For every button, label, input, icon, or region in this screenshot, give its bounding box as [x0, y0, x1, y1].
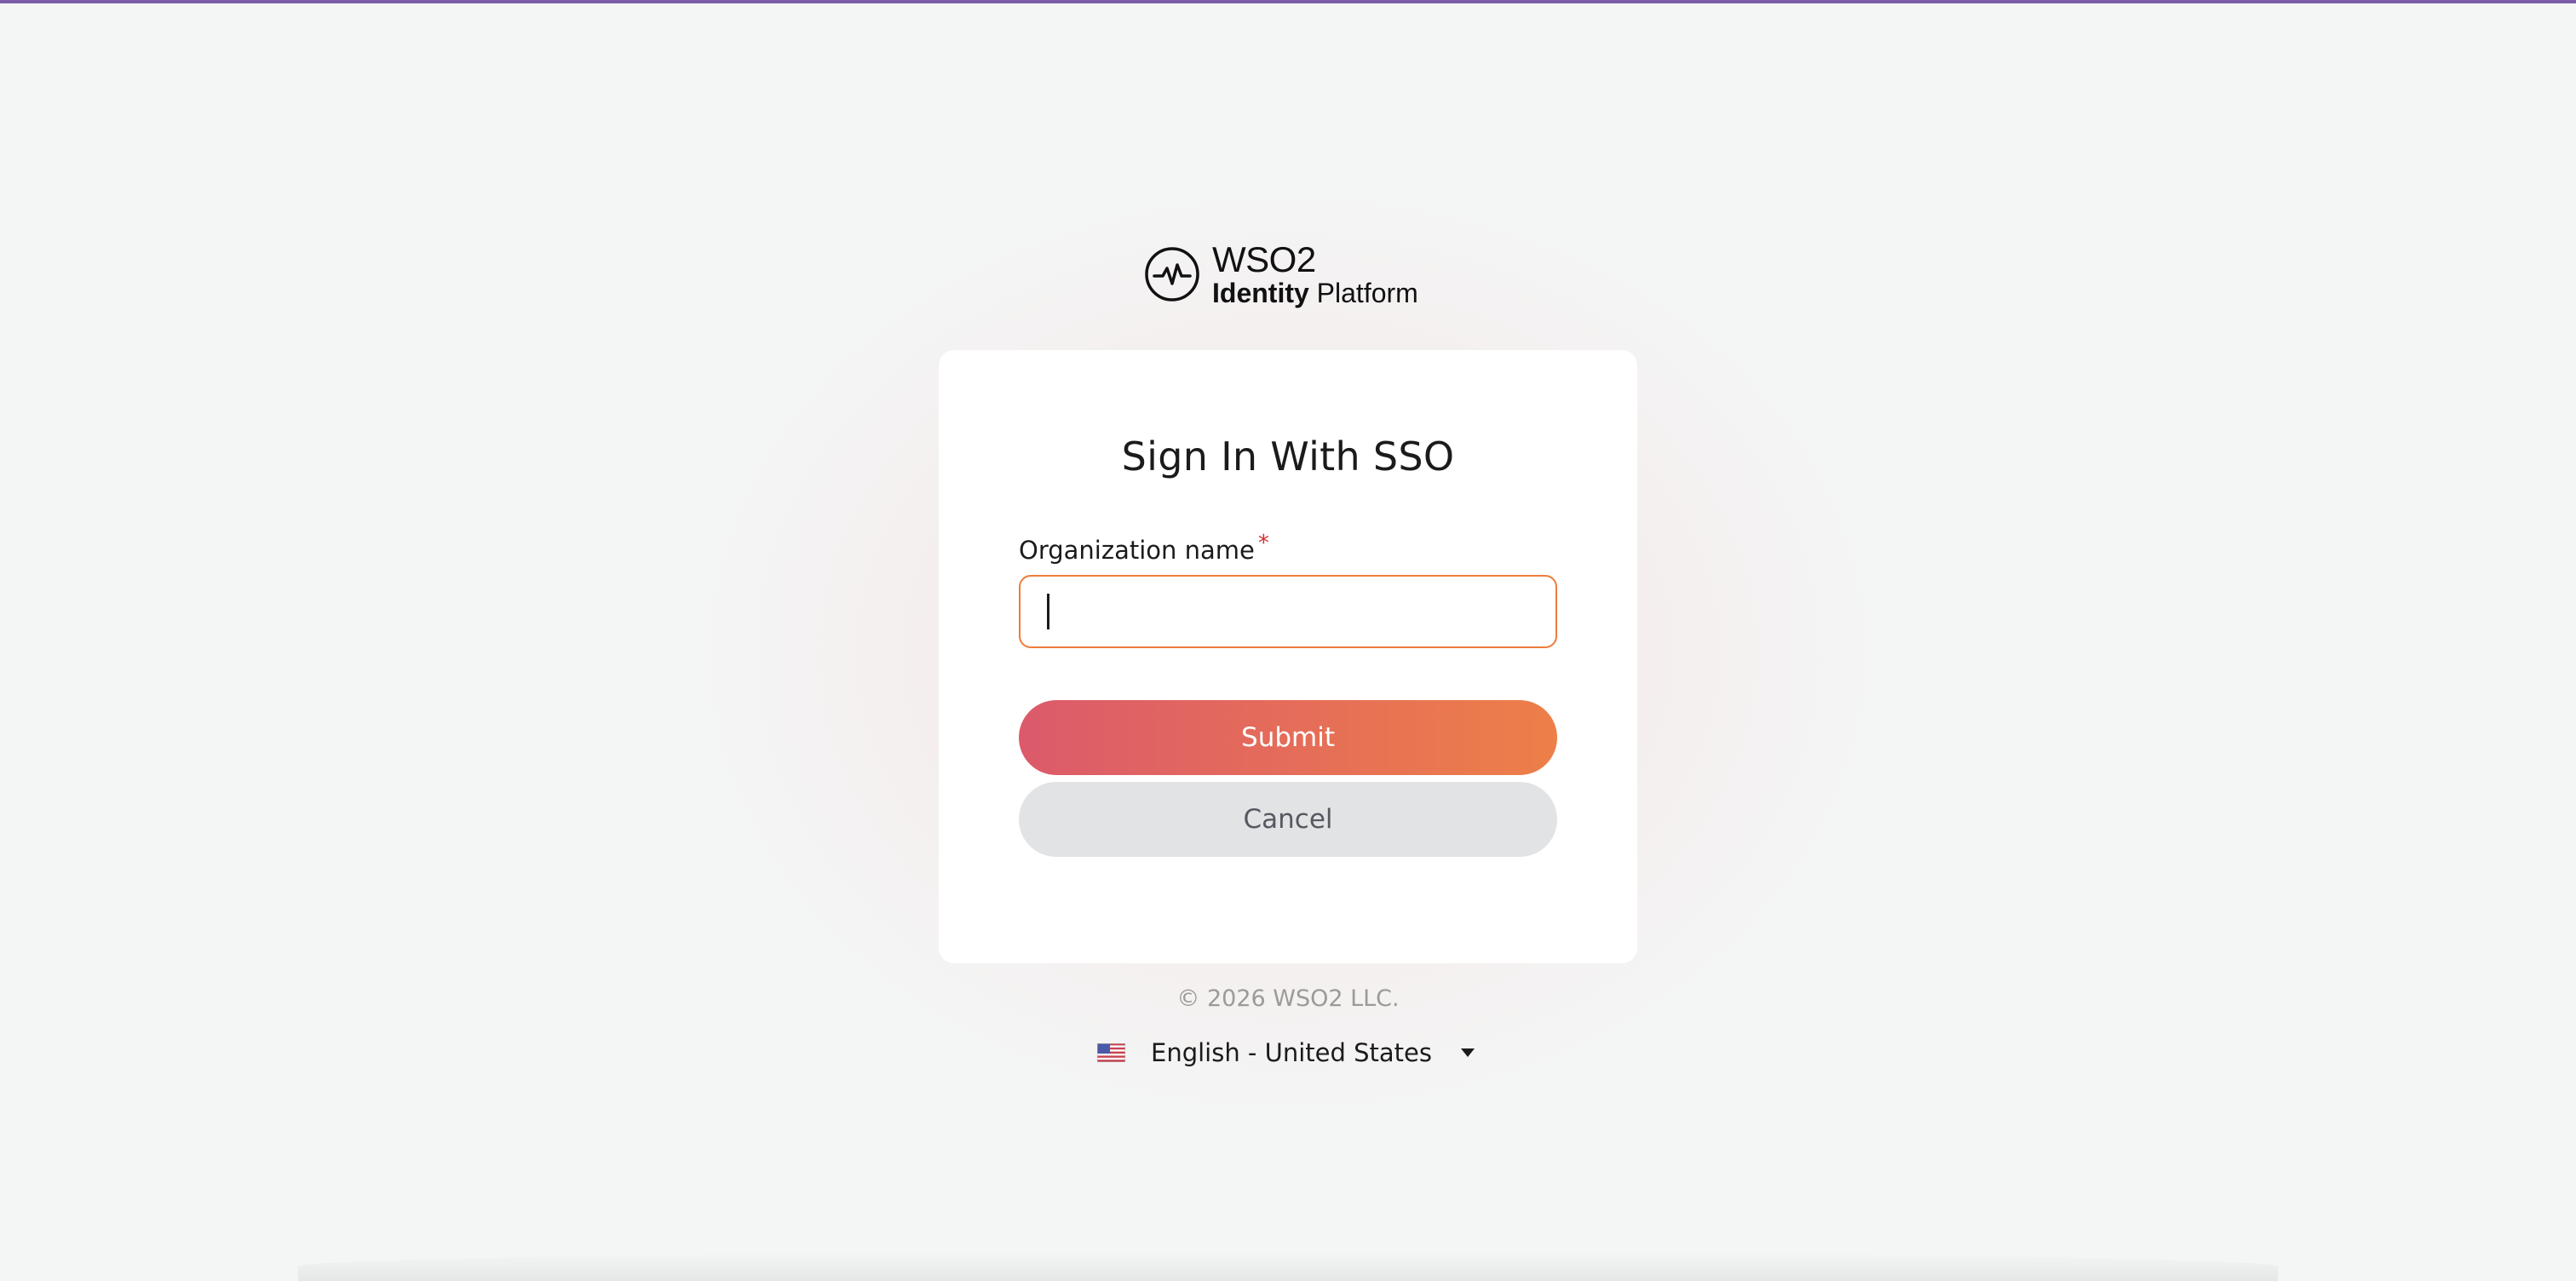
pulse-circle-icon [1145, 247, 1199, 302]
org-name-label: Organization name * [1019, 531, 1269, 565]
bottom-shadow [298, 1252, 2278, 1281]
page-title: Sign In With SSO [1121, 434, 1455, 480]
top-accent-bar [0, 0, 2576, 3]
brand-product: Identity Platform [1212, 279, 1418, 307]
us-flag-icon [1097, 1043, 1125, 1062]
cancel-button[interactable]: Cancel [1019, 782, 1557, 857]
brand-product-bold: Identity [1212, 278, 1309, 308]
brand-logo: WSO2 Identity Platform [1144, 240, 1434, 308]
brand-text: WSO2 Identity Platform [1212, 242, 1418, 307]
copyright-text: © 2026 WSO2 LLC. [1176, 985, 1400, 1012]
brand-name: WSO2 [1212, 239, 1316, 279]
brand-product-light: Platform [1316, 278, 1418, 308]
org-name-label-text: Organization name [1019, 536, 1255, 565]
submit-button[interactable]: Submit [1019, 700, 1557, 775]
language-selector[interactable]: English - United States [1097, 1031, 1479, 1075]
caret-down-icon [1461, 1048, 1475, 1057]
org-name-input[interactable] [1019, 575, 1557, 648]
text-cursor [1047, 594, 1049, 629]
required-marker: * [1257, 531, 1269, 556]
sso-signin-card: Sign In With SSO Organization name * Subm… [939, 350, 1637, 963]
language-label: English - United States [1151, 1038, 1432, 1067]
